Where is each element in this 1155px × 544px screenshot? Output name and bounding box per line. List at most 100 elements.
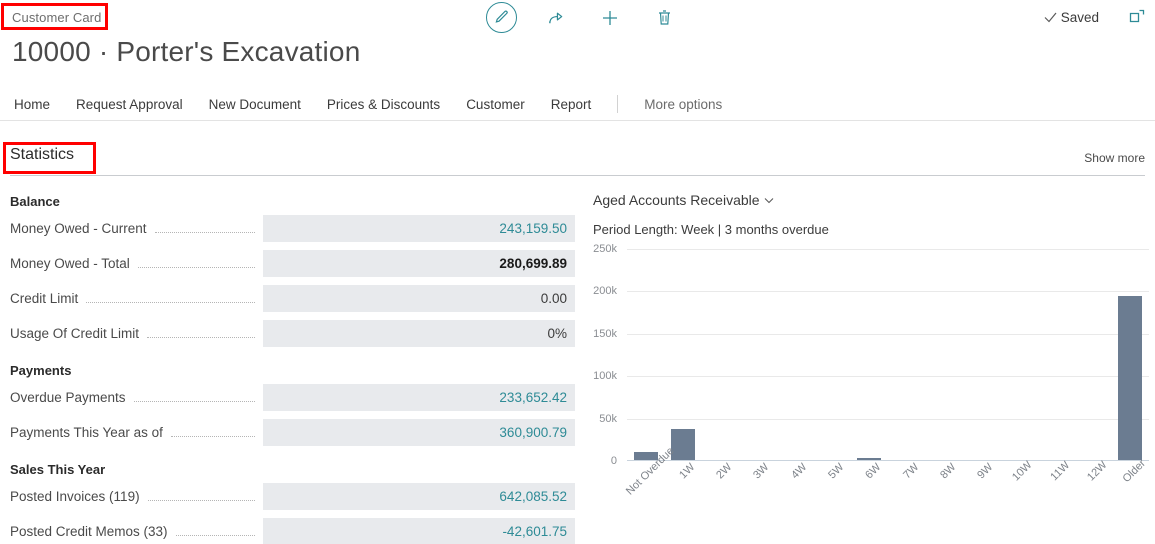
x-label-slot: Older — [1112, 463, 1149, 523]
group-title-balance: Balance — [0, 186, 575, 215]
chevron-down-icon[interactable] — [763, 194, 775, 206]
menu-item-report[interactable]: Report — [551, 97, 592, 112]
chart-title-dropdown[interactable]: Aged Accounts Receivable — [585, 186, 1155, 208]
menu-divider — [617, 95, 618, 113]
top-bar: Customer Card — [0, 0, 1155, 36]
y-axis: 050k100k150k200k250k — [585, 249, 623, 461]
show-more-link[interactable]: Show more — [1084, 151, 1145, 165]
field-posted-invoices: Posted Invoices (119) 642,085.52 — [0, 483, 575, 510]
x-label-slot: 1W — [664, 463, 701, 523]
field-label: Payments This Year as of — [0, 425, 163, 440]
x-axis-line — [627, 460, 1149, 461]
plot-area — [627, 249, 1149, 461]
x-axis-labels: Not Overdue1W 2W 3W4W 5W 6W 7W 8W 9W10W11W12WOl… — [627, 463, 1149, 523]
action-toolbar — [486, 2, 679, 33]
field-posted-credit-memos: Posted Credit Memos (33) -42,601.75 — [0, 518, 575, 544]
field-money-owed-current: Money Owed - Current 243,159.50 — [0, 215, 575, 242]
field-credit-limit: Credit Limit 0.00 — [0, 285, 575, 312]
x-axis-label: Older — [1121, 457, 1149, 485]
page-title: 10000 · Porter's Excavation — [12, 36, 360, 68]
field-label: Posted Credit Memos (33) — [0, 524, 168, 539]
field-overdue-payments: Overdue Payments 233,652.42 — [0, 384, 575, 411]
field-value[interactable]: -42,601.75 — [263, 518, 575, 544]
field-value[interactable]: 280,699.89 — [263, 250, 575, 277]
leader-dots — [86, 290, 255, 303]
x-label-slot: Not Overdue — [627, 463, 664, 523]
share-icon[interactable] — [541, 3, 571, 33]
leader-dots — [138, 255, 255, 268]
leader-dots — [171, 424, 255, 437]
x-label-slot: 2W — [702, 463, 739, 523]
x-label-slot: 5W — [813, 463, 850, 523]
aged-accounts-receivable-panel: Aged Accounts Receivable Period Length: … — [585, 186, 1155, 529]
field-label: Overdue Payments — [0, 390, 126, 405]
x-label-slot: 12W — [1074, 463, 1111, 523]
menu-item-request-approval[interactable]: Request Approval — [76, 97, 183, 112]
x-label-slot: 10W — [1000, 463, 1037, 523]
x-axis-label: 2W — [714, 461, 734, 481]
y-axis-tick: 150k — [585, 328, 623, 340]
y-axis-tick: 0 — [585, 455, 623, 467]
leader-dots — [155, 220, 255, 233]
menu-item-prices-discounts[interactable]: Prices & Discounts — [327, 97, 440, 112]
pencil-icon[interactable] — [486, 2, 517, 33]
x-axis-label: 6W — [863, 461, 883, 481]
menu-item-home[interactable]: Home — [14, 97, 50, 112]
field-value[interactable]: 0% — [263, 320, 575, 347]
field-value[interactable]: 642,085.52 — [263, 483, 575, 510]
statistics-fields: Balance Money Owed - Current 243,159.50 … — [0, 186, 575, 544]
x-axis-label: 9W — [975, 461, 995, 481]
menu-item-customer[interactable]: Customer — [466, 97, 525, 112]
statistics-divider — [10, 175, 1145, 176]
field-value[interactable]: 360,900.79 — [263, 419, 575, 446]
customer-card-page: Customer Card — [0, 0, 1155, 544]
field-label: Usage Of Credit Limit — [0, 326, 139, 341]
x-label-slot: 11W — [1037, 463, 1074, 523]
x-label-slot: 9W — [963, 463, 1000, 523]
menu-item-more-options[interactable]: More options — [644, 97, 722, 112]
statistics-title: Statistics — [10, 146, 74, 164]
menu-bar: Home Request Approval New Document Price… — [0, 88, 1155, 121]
x-label-slot: 4W — [776, 463, 813, 523]
saved-status: Saved — [1044, 10, 1099, 25]
field-label: Money Owed - Total — [0, 256, 130, 271]
leader-dots — [148, 488, 255, 501]
bar-slot — [1112, 296, 1149, 460]
field-money-owed-total: Money Owed - Total 280,699.89 — [0, 250, 575, 277]
leader-dots — [134, 389, 255, 402]
x-axis-label: 10W — [1010, 459, 1034, 483]
x-axis-label: 3W — [752, 461, 772, 481]
x-axis-label: 8W — [938, 461, 958, 481]
statistics-header: Statistics Show more — [0, 142, 1155, 174]
y-axis-tick: 200k — [585, 285, 623, 297]
x-label-slot: 7W — [888, 463, 925, 523]
x-axis-label: 7W — [901, 461, 921, 481]
bar[interactable] — [857, 458, 881, 460]
y-axis-tick: 50k — [585, 413, 623, 425]
breadcrumb[interactable]: Customer Card — [12, 10, 101, 25]
field-value[interactable]: 0.00 — [263, 285, 575, 312]
check-icon — [1044, 11, 1057, 24]
chart-subtitle: Period Length: Week | 3 months overdue — [585, 208, 1155, 237]
field-value[interactable]: 233,652.42 — [263, 384, 575, 411]
field-label: Credit Limit — [0, 291, 78, 306]
plus-icon[interactable] — [595, 3, 625, 33]
bar-chart: 050k100k150k200k250k Not Overdue1W2W3W4W… — [585, 249, 1155, 529]
x-axis-label: 5W — [826, 461, 846, 481]
bar-slot — [851, 458, 888, 460]
bar[interactable] — [1118, 296, 1142, 460]
field-label: Posted Invoices (119) — [0, 489, 140, 504]
field-label: Money Owed - Current — [0, 221, 147, 236]
chart-title: Aged Accounts Receivable — [593, 192, 760, 208]
field-value[interactable]: 243,159.50 — [263, 215, 575, 242]
saved-label: Saved — [1061, 10, 1099, 25]
bar-series — [627, 249, 1149, 460]
leader-dots — [176, 523, 255, 536]
field-usage-of-credit-limit: Usage Of Credit Limit 0% — [0, 320, 575, 347]
y-axis-tick: 100k — [585, 370, 623, 382]
open-in-new-window-icon[interactable] — [1129, 9, 1145, 25]
x-axis-label: 12W — [1085, 459, 1109, 483]
trash-icon[interactable] — [649, 3, 679, 33]
menu-item-new-document[interactable]: New Document — [209, 97, 301, 112]
field-payments-this-year: Payments This Year as of 360,900.79 — [0, 419, 575, 446]
